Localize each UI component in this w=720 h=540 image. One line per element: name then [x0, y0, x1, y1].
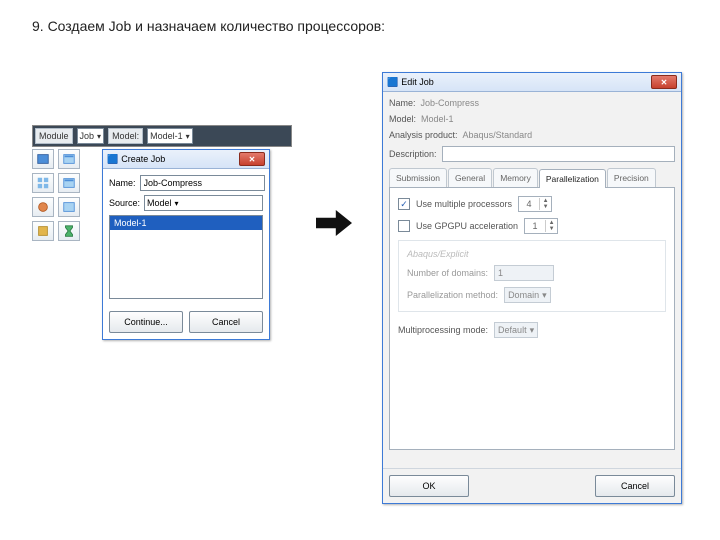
processor-count-value: 4 — [519, 199, 539, 209]
par-method-label: Parallelization method: — [407, 290, 498, 300]
description-input[interactable] — [442, 146, 675, 162]
mp-mode-value: Default — [498, 325, 527, 335]
gpgpu-count-value: 1 — [525, 221, 545, 231]
model-label: Model: — [108, 128, 143, 144]
gpgpu-count-spinner[interactable]: 1 ▲▼ — [524, 218, 558, 234]
source-listbox[interactable]: Model-1 — [109, 215, 263, 299]
use-gpgpu-checkbox[interactable] — [398, 220, 410, 232]
spin-down-icon[interactable]: ▼ — [539, 204, 551, 210]
chevron-down-icon: ▾ — [542, 290, 547, 301]
edit-job-dialog: 🟦 Edit Job ✕ Name: Job-Compress Model: Mod… — [382, 72, 682, 504]
source-label: Source: — [109, 198, 140, 208]
name-label: Name: — [389, 98, 416, 108]
product-value: Abaqus/Standard — [463, 130, 533, 140]
use-gpgpu-label: Use GPGPU acceleration — [416, 221, 518, 231]
module-dropdown[interactable]: Job ▾ — [77, 128, 105, 144]
create-job-titlebar[interactable]: 🟦 Create Job ✕ — [103, 150, 269, 169]
page-heading: 9. Создаем Job и назначаем количество пр… — [32, 18, 385, 34]
edit-job-title: Edit Job — [401, 77, 434, 87]
optimization-icon[interactable] — [32, 197, 54, 217]
explicit-heading: Abaqus/Explicit — [407, 249, 657, 259]
product-label: Analysis product: — [389, 130, 458, 140]
create-job-dialog: 🟦 Create Job ✕ Name: Source: Model ▾ Mod… — [102, 149, 270, 340]
job-name-input[interactable] — [140, 175, 265, 191]
explicit-subpanel: Abaqus/Explicit Number of domains: Paral… — [398, 240, 666, 312]
hourglass-icon[interactable] — [58, 221, 80, 241]
source-dropdown-value: Model — [147, 198, 172, 208]
mp-mode-select[interactable]: Default ▾ — [494, 322, 538, 338]
module-dropdown-value: Job — [80, 131, 95, 141]
edit-job-button-bar: OK Cancel — [383, 468, 681, 503]
name-value: Job-Compress — [421, 98, 480, 108]
tab-precision[interactable]: Precision — [607, 168, 656, 187]
model-label: Model: — [389, 114, 416, 124]
close-button[interactable]: ✕ — [651, 75, 677, 89]
name-label: Name: — [109, 178, 136, 188]
tool-icon-column — [32, 149, 80, 241]
module-label: Module — [35, 128, 73, 144]
num-domains-label: Number of domains: — [407, 268, 488, 278]
use-multi-processors-label: Use multiple processors — [416, 199, 512, 209]
tab-memory[interactable]: Memory — [493, 168, 538, 187]
window-icon: 🟦 — [107, 154, 118, 165]
parallelization-panel: ✓ Use multiple processors 4 ▲▼ Use GPGPU… — [389, 188, 675, 450]
abaqus-left-area: Module Job ▾ Model: Model-1 ▾ — [32, 125, 292, 335]
tab-parallelization[interactable]: Parallelization — [539, 169, 606, 188]
use-multi-processors-checkbox[interactable]: ✓ — [398, 198, 410, 210]
create-job-icon[interactable] — [58, 149, 80, 169]
list-item-selected[interactable]: Model-1 — [110, 216, 262, 230]
create-job-title: Create Job — [121, 154, 165, 164]
model-dropdown-value: Model-1 — [150, 131, 183, 141]
par-method-select[interactable]: Domain ▾ — [504, 287, 551, 303]
ok-button[interactable]: OK — [389, 475, 469, 497]
adaptivity-icon[interactable] — [32, 173, 54, 193]
spin-down-icon[interactable]: ▼ — [545, 226, 557, 232]
chevron-down-icon: ▾ — [186, 132, 190, 141]
par-method-value: Domain — [508, 290, 539, 300]
tool-icon-7[interactable] — [32, 221, 54, 241]
description-label: Description: — [389, 149, 437, 159]
tab-general[interactable]: General — [448, 168, 492, 187]
mp-mode-label: Multiprocessing mode: — [398, 325, 488, 335]
close-button[interactable]: ✕ — [239, 152, 265, 166]
cancel-button[interactable]: Cancel — [189, 311, 263, 333]
arrow-right-icon — [316, 210, 352, 236]
cancel-button[interactable]: Cancel — [595, 475, 675, 497]
chevron-down-icon: ▾ — [530, 325, 535, 336]
continue-button[interactable]: Continue... — [109, 311, 183, 333]
edit-job-titlebar[interactable]: 🟦 Edit Job ✕ — [383, 73, 681, 92]
job-manager-icon[interactable] — [32, 149, 54, 169]
tab-submission[interactable]: Submission — [389, 168, 447, 187]
num-domains-input[interactable] — [494, 265, 554, 281]
processor-count-spinner[interactable]: 4 ▲▼ — [518, 196, 552, 212]
results-icon[interactable] — [58, 197, 80, 217]
model-value: Model-1 — [421, 114, 454, 124]
tab-bar: Submission General Memory Parallelizatio… — [389, 168, 675, 188]
window-icon: 🟦 — [387, 77, 398, 88]
model-dropdown[interactable]: Model-1 ▾ — [147, 128, 193, 144]
module-bar: Module Job ▾ Model: Model-1 ▾ — [32, 125, 292, 147]
source-dropdown[interactable]: Model ▾ — [144, 195, 263, 211]
co-execution-icon[interactable] — [58, 173, 80, 193]
chevron-down-icon: ▾ — [97, 132, 101, 141]
chevron-down-icon: ▾ — [175, 199, 179, 208]
